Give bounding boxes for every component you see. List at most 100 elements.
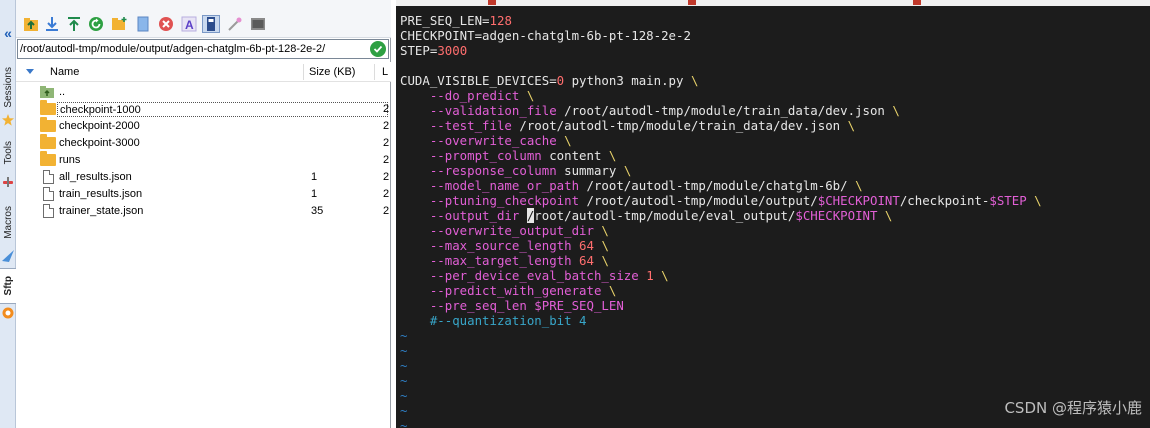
terminal-line: --model_name_or_path /root/autodl-tmp/mo… — [400, 178, 1042, 193]
file-row[interactable]: runs 2 — [16, 151, 391, 169]
terminal-line: ~ — [400, 403, 1042, 418]
star-icon — [2, 114, 14, 126]
path-input[interactable] — [20, 40, 365, 58]
new-file-button[interactable] — [134, 15, 152, 33]
terminal-text: 64 — [579, 238, 594, 253]
file-row[interactable]: all_results.json 1 2 — [16, 169, 391, 186]
terminal-text: ~ — [400, 358, 408, 373]
file-last-modified: 2 — [383, 120, 390, 132]
terminal-text: $CHECKPOINT — [795, 208, 878, 223]
go-button[interactable] — [370, 41, 386, 57]
terminal-text: 64 — [579, 253, 594, 268]
new-folder-button[interactable] — [110, 15, 128, 33]
terminal-line: STEP=3000 — [400, 43, 1042, 58]
file-icon — [40, 170, 56, 184]
file-name: .. — [59, 86, 66, 98]
terminal-text: \ — [623, 163, 632, 178]
column-name[interactable]: Name — [50, 62, 79, 82]
watermark: CSDN @程序猿小鹿 — [1004, 399, 1142, 417]
terminal-text: \ — [661, 268, 669, 283]
terminal-text: content — [549, 148, 609, 163]
magic-wand-button[interactable] — [226, 15, 244, 33]
file-row[interactable]: train_results.json 1 2 — [16, 186, 391, 203]
terminal-text: --predict_with_generate — [400, 283, 609, 298]
file-name: checkpoint-2000 — [59, 120, 140, 132]
file-icon — [40, 204, 56, 218]
tab-macros[interactable]: Macros — [0, 196, 16, 248]
terminal-text: \ — [526, 88, 535, 103]
terminal-text: /root/autodl-tmp/module/train_data/dev.j… — [519, 118, 848, 133]
follow-terminal-button[interactable] — [202, 15, 220, 33]
tab-sessions-label: Sessions — [2, 66, 14, 108]
terminal-text: ~ — [400, 373, 408, 388]
terminal-text: \ — [690, 73, 699, 88]
column-last-modified[interactable]: L — [382, 62, 388, 82]
terminal-text: python3 main.py — [564, 73, 691, 88]
terminal-text: --max_target_length — [400, 253, 580, 268]
file-row[interactable]: checkpoint-1000 2 — [16, 100, 391, 118]
parent-folder-icon — [24, 18, 38, 31]
delete-button[interactable] — [157, 15, 175, 33]
file-row[interactable]: checkpoint-2000 2 — [16, 117, 391, 135]
terminal-line: --response_column summary \ — [400, 163, 1042, 178]
rename-button[interactable]: A — [180, 15, 198, 33]
terminal-text: #--quantization_bit 4 — [400, 313, 587, 328]
terminal-panel[interactable]: PRE_SEQ_LEN=128 CHECKPOINT=adgen-chatglm-… — [396, 0, 1150, 428]
terminal-text: \ — [601, 223, 609, 238]
terminal-line: ~ — [400, 418, 1042, 428]
download-icon — [46, 17, 58, 31]
upload-button[interactable] — [65, 15, 83, 33]
terminal-line: ~ — [400, 358, 1042, 373]
file-last-modified: 2 — [383, 205, 390, 217]
terminal-line: ~ — [400, 343, 1042, 358]
parent-directory-row[interactable]: .. — [16, 84, 391, 101]
file-last-modified: 2 — [383, 188, 390, 200]
terminal-line: --overwrite_cache \ — [400, 133, 1042, 148]
terminal-text: --overwrite_cache — [400, 133, 565, 148]
tab-sftp-label: Sftp — [2, 276, 14, 296]
tab-tools[interactable]: Tools — [0, 132, 16, 174]
column-size[interactable]: Size (KB) — [309, 62, 355, 82]
terminal-text: CUDA_VISIBLE_DEVICES= — [400, 73, 557, 88]
file-name: trainer_state.json — [59, 205, 144, 217]
upload-icon — [68, 17, 80, 31]
tab-sessions[interactable]: Sessions — [0, 62, 16, 112]
parent-folder-icon — [40, 85, 56, 99]
file-row[interactable]: checkpoint-3000 2 — [16, 134, 391, 152]
terminal-text: /root/autodl-tmp/module/train_data/dev.j… — [564, 103, 893, 118]
parent-folder-button[interactable] — [22, 15, 40, 33]
terminal-text: $STEP — [989, 193, 1027, 208]
checkmark-icon — [373, 45, 383, 53]
sort-desc-icon[interactable] — [26, 69, 34, 74]
console-button[interactable] — [249, 15, 267, 33]
terminal-text: --prompt_column — [400, 148, 550, 163]
terminal-text: --do_predict — [400, 88, 527, 103]
terminal-text: \ — [601, 238, 609, 253]
file-last-modified: 2 — [383, 171, 390, 183]
tab-sftp[interactable]: Sftp — [0, 268, 16, 304]
download-button[interactable] — [43, 15, 61, 33]
terminal-follow-icon — [207, 17, 215, 31]
file-name: all_results.json — [59, 171, 132, 183]
file-name: runs — [59, 154, 81, 166]
delete-icon — [159, 17, 173, 31]
tab-macros-label: Macros — [2, 205, 14, 239]
terminal-content: PRE_SEQ_LEN=128 CHECKPOINT=adgen-chatglm-… — [400, 13, 1042, 428]
terminal-text: 0 — [556, 73, 565, 88]
file-row[interactable]: trainer_state.json 35 2 — [16, 203, 391, 220]
file-last-modified: 2 — [383, 103, 390, 115]
terminal-text: ~ — [400, 418, 408, 428]
folder-icon — [40, 100, 56, 116]
terminal-line: --overwrite_output_dir \ — [400, 223, 1042, 238]
terminal-text: --pre_seq_len — [400, 298, 535, 313]
terminal-line: --validation_file /root/autodl-tmp/modul… — [400, 103, 1042, 118]
collapse-chevron-icon[interactable]: « — [1, 26, 15, 40]
terminal-line: PRE_SEQ_LEN=128 — [400, 13, 1042, 28]
refresh-button[interactable] — [87, 15, 105, 33]
file-size: 35 — [311, 205, 324, 217]
new-folder-icon — [112, 17, 127, 30]
terminal-text: \ — [564, 133, 572, 148]
terminal-text: ~ — [400, 343, 408, 358]
